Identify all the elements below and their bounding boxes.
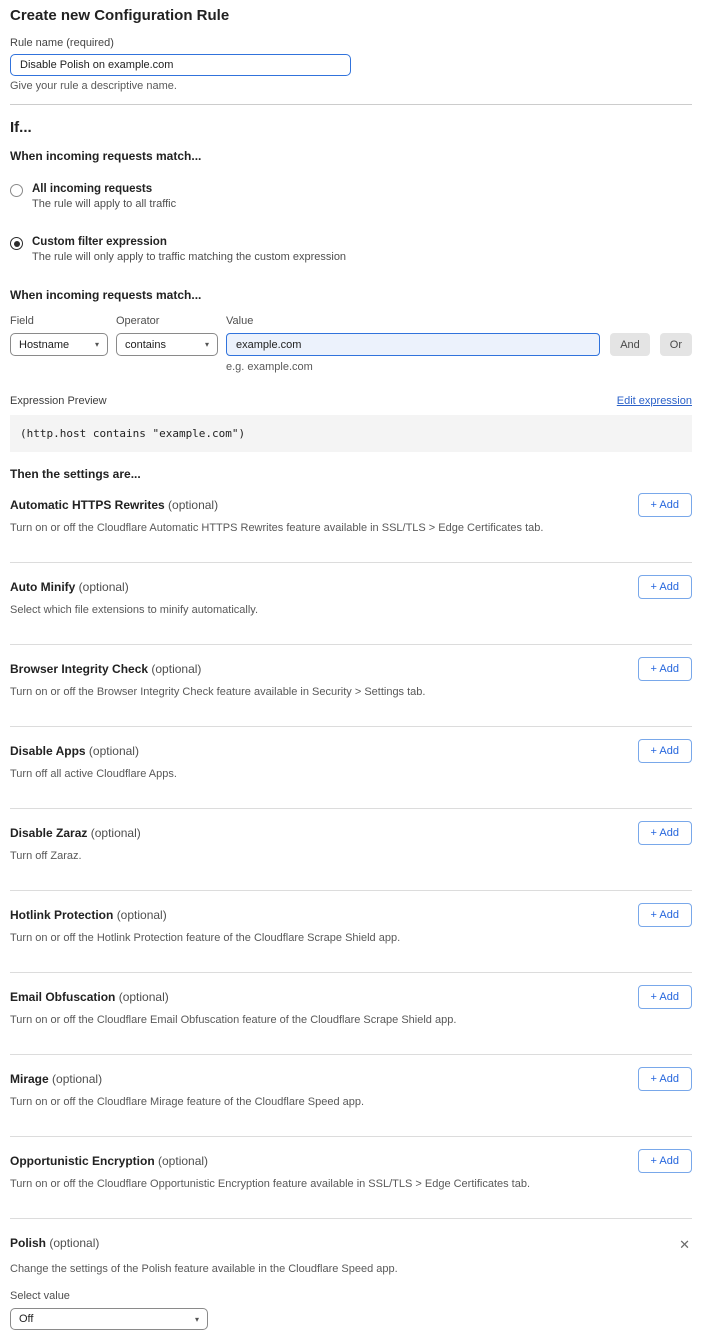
setting-title: Automatic HTTPS Rewrites (optional) <box>10 498 218 512</box>
operator-select[interactable]: contains ▾ <box>116 333 218 356</box>
if-heading: If... <box>10 119 692 136</box>
add-setting-button[interactable]: + Add <box>638 1149 692 1173</box>
polish-select-value: Off <box>19 1313 33 1325</box>
setting-description: Select which file extensions to minify a… <box>10 604 570 616</box>
setting-row: Email Obfuscation (optional) + Add Turn on… <box>10 973 692 1055</box>
add-setting-button[interactable]: + Add <box>638 493 692 517</box>
builder-heading: When incoming requests match... <box>10 288 692 302</box>
add-setting-button[interactable]: + Add <box>638 903 692 927</box>
rule-name-help: Give your rule a descriptive name. <box>10 80 692 92</box>
setting-title: Hotlink Protection (optional) <box>10 908 167 922</box>
polish-value-select[interactable]: Off ▾ <box>10 1308 208 1330</box>
add-setting-button[interactable]: + Add <box>638 1067 692 1091</box>
setting-description: Turn off all active Cloudflare Apps. <box>10 768 570 780</box>
setting-row: Browser Integrity Check (optional) + Add T… <box>10 645 692 727</box>
radio-label: All incoming requests <box>32 183 176 195</box>
operator-select-value: contains <box>125 339 166 351</box>
setting-title: Opportunistic Encryption (optional) <box>10 1154 208 1168</box>
setting-description: Turn on or off the Cloudflare Opportunis… <box>10 1178 570 1190</box>
radio-description: The rule will only apply to traffic matc… <box>32 251 346 263</box>
rule-name-group: Rule name (required) Give your rule a de… <box>10 37 692 92</box>
edit-expression-link[interactable]: Edit expression <box>617 395 692 407</box>
select-value-label: Select value <box>10 1290 692 1302</box>
setting-row: Hotlink Protection (optional) + Add Turn o… <box>10 891 692 973</box>
close-icon[interactable]: ✕ <box>677 1236 692 1253</box>
setting-description: Turn off Zaraz. <box>10 850 570 862</box>
radio-label: Custom filter expression <box>32 236 346 248</box>
radio-button-icon[interactable] <box>10 237 23 250</box>
value-label: Value <box>226 315 600 327</box>
field-label: Field <box>10 315 108 327</box>
create-configuration-rule-page: Create new Configuration Rule Rule name … <box>0 0 705 1344</box>
setting-description: Turn on or off the Cloudflare Email Obfu… <box>10 1014 570 1026</box>
setting-row: Mirage (optional) + Add Turn on or off the… <box>10 1055 692 1137</box>
chevron-down-icon: ▾ <box>195 1315 199 1324</box>
setting-title: Browser Integrity Check (optional) <box>10 662 201 676</box>
add-setting-button[interactable]: + Add <box>638 657 692 681</box>
operator-label: Operator <box>116 315 218 327</box>
page-title: Create new Configuration Rule <box>10 7 692 24</box>
setting-title: Mirage (optional) <box>10 1072 102 1086</box>
add-setting-button[interactable]: + Add <box>638 821 692 845</box>
add-setting-button[interactable]: + Add <box>638 739 692 763</box>
value-input[interactable] <box>226 333 600 356</box>
setting-title: Email Obfuscation (optional) <box>10 990 169 1004</box>
radio-description: The rule will apply to all traffic <box>32 198 176 210</box>
setting-description: Change the settings of the Polish featur… <box>10 1263 692 1275</box>
expression-preview-code: (http.host contains "example.com") <box>10 415 692 452</box>
radio-button-icon[interactable] <box>10 184 23 197</box>
setting-title: Auto Minify (optional) <box>10 580 129 594</box>
setting-row: Disable Apps (optional) + Add Turn off all… <box>10 727 692 809</box>
add-setting-button[interactable]: + Add <box>638 575 692 599</box>
setting-description: Turn on or off the Hotlink Protection fe… <box>10 932 570 944</box>
and-button[interactable]: And <box>610 333 650 356</box>
value-help: e.g. example.com <box>226 361 692 373</box>
rule-name-label: Rule name (required) <box>10 37 692 49</box>
setting-title: Polish (optional) <box>10 1236 99 1250</box>
rule-name-input[interactable] <box>10 54 351 76</box>
chevron-down-icon: ▾ <box>205 340 209 349</box>
setting-row: Automatic HTTPS Rewrites (optional) + Add… <box>10 481 692 563</box>
field-select-value: Hostname <box>19 339 69 351</box>
expression-preview-label: Expression Preview <box>10 395 107 407</box>
setting-description: Turn on or off the Cloudflare Mirage fea… <box>10 1096 570 1108</box>
setting-title: Disable Zaraz (optional) <box>10 826 141 840</box>
setting-row: Opportunistic Encryption (optional) + Add… <box>10 1137 692 1219</box>
setting-row: Disable Zaraz (optional) + Add Turn off Za… <box>10 809 692 891</box>
setting-description: Turn on or off the Browser Integrity Che… <box>10 686 570 698</box>
add-setting-button[interactable]: + Add <box>638 985 692 1009</box>
radio-all-incoming-requests[interactable]: All incoming requests The rule will appl… <box>10 183 692 210</box>
polish-section: Polish (optional) ✕ Change the settings … <box>10 1219 692 1330</box>
section-divider <box>10 104 692 105</box>
expression-builder: Field Hostname ▾ Operator contains ▾ Val… <box>10 315 692 373</box>
setting-title: Disable Apps (optional) <box>10 744 139 758</box>
or-button[interactable]: Or <box>660 333 692 356</box>
then-heading: Then the settings are... <box>10 467 692 481</box>
radio-custom-filter-expression[interactable]: Custom filter expression The rule will o… <box>10 236 692 263</box>
setting-row: Auto Minify (optional) + Add Select which … <box>10 563 692 645</box>
settings-list: Automatic HTTPS Rewrites (optional) + Add… <box>10 481 692 1219</box>
match-heading: When incoming requests match... <box>10 149 692 163</box>
chevron-down-icon: ▾ <box>95 340 99 349</box>
field-select[interactable]: Hostname ▾ <box>10 333 108 356</box>
setting-description: Turn on or off the Cloudflare Automatic … <box>10 522 570 534</box>
